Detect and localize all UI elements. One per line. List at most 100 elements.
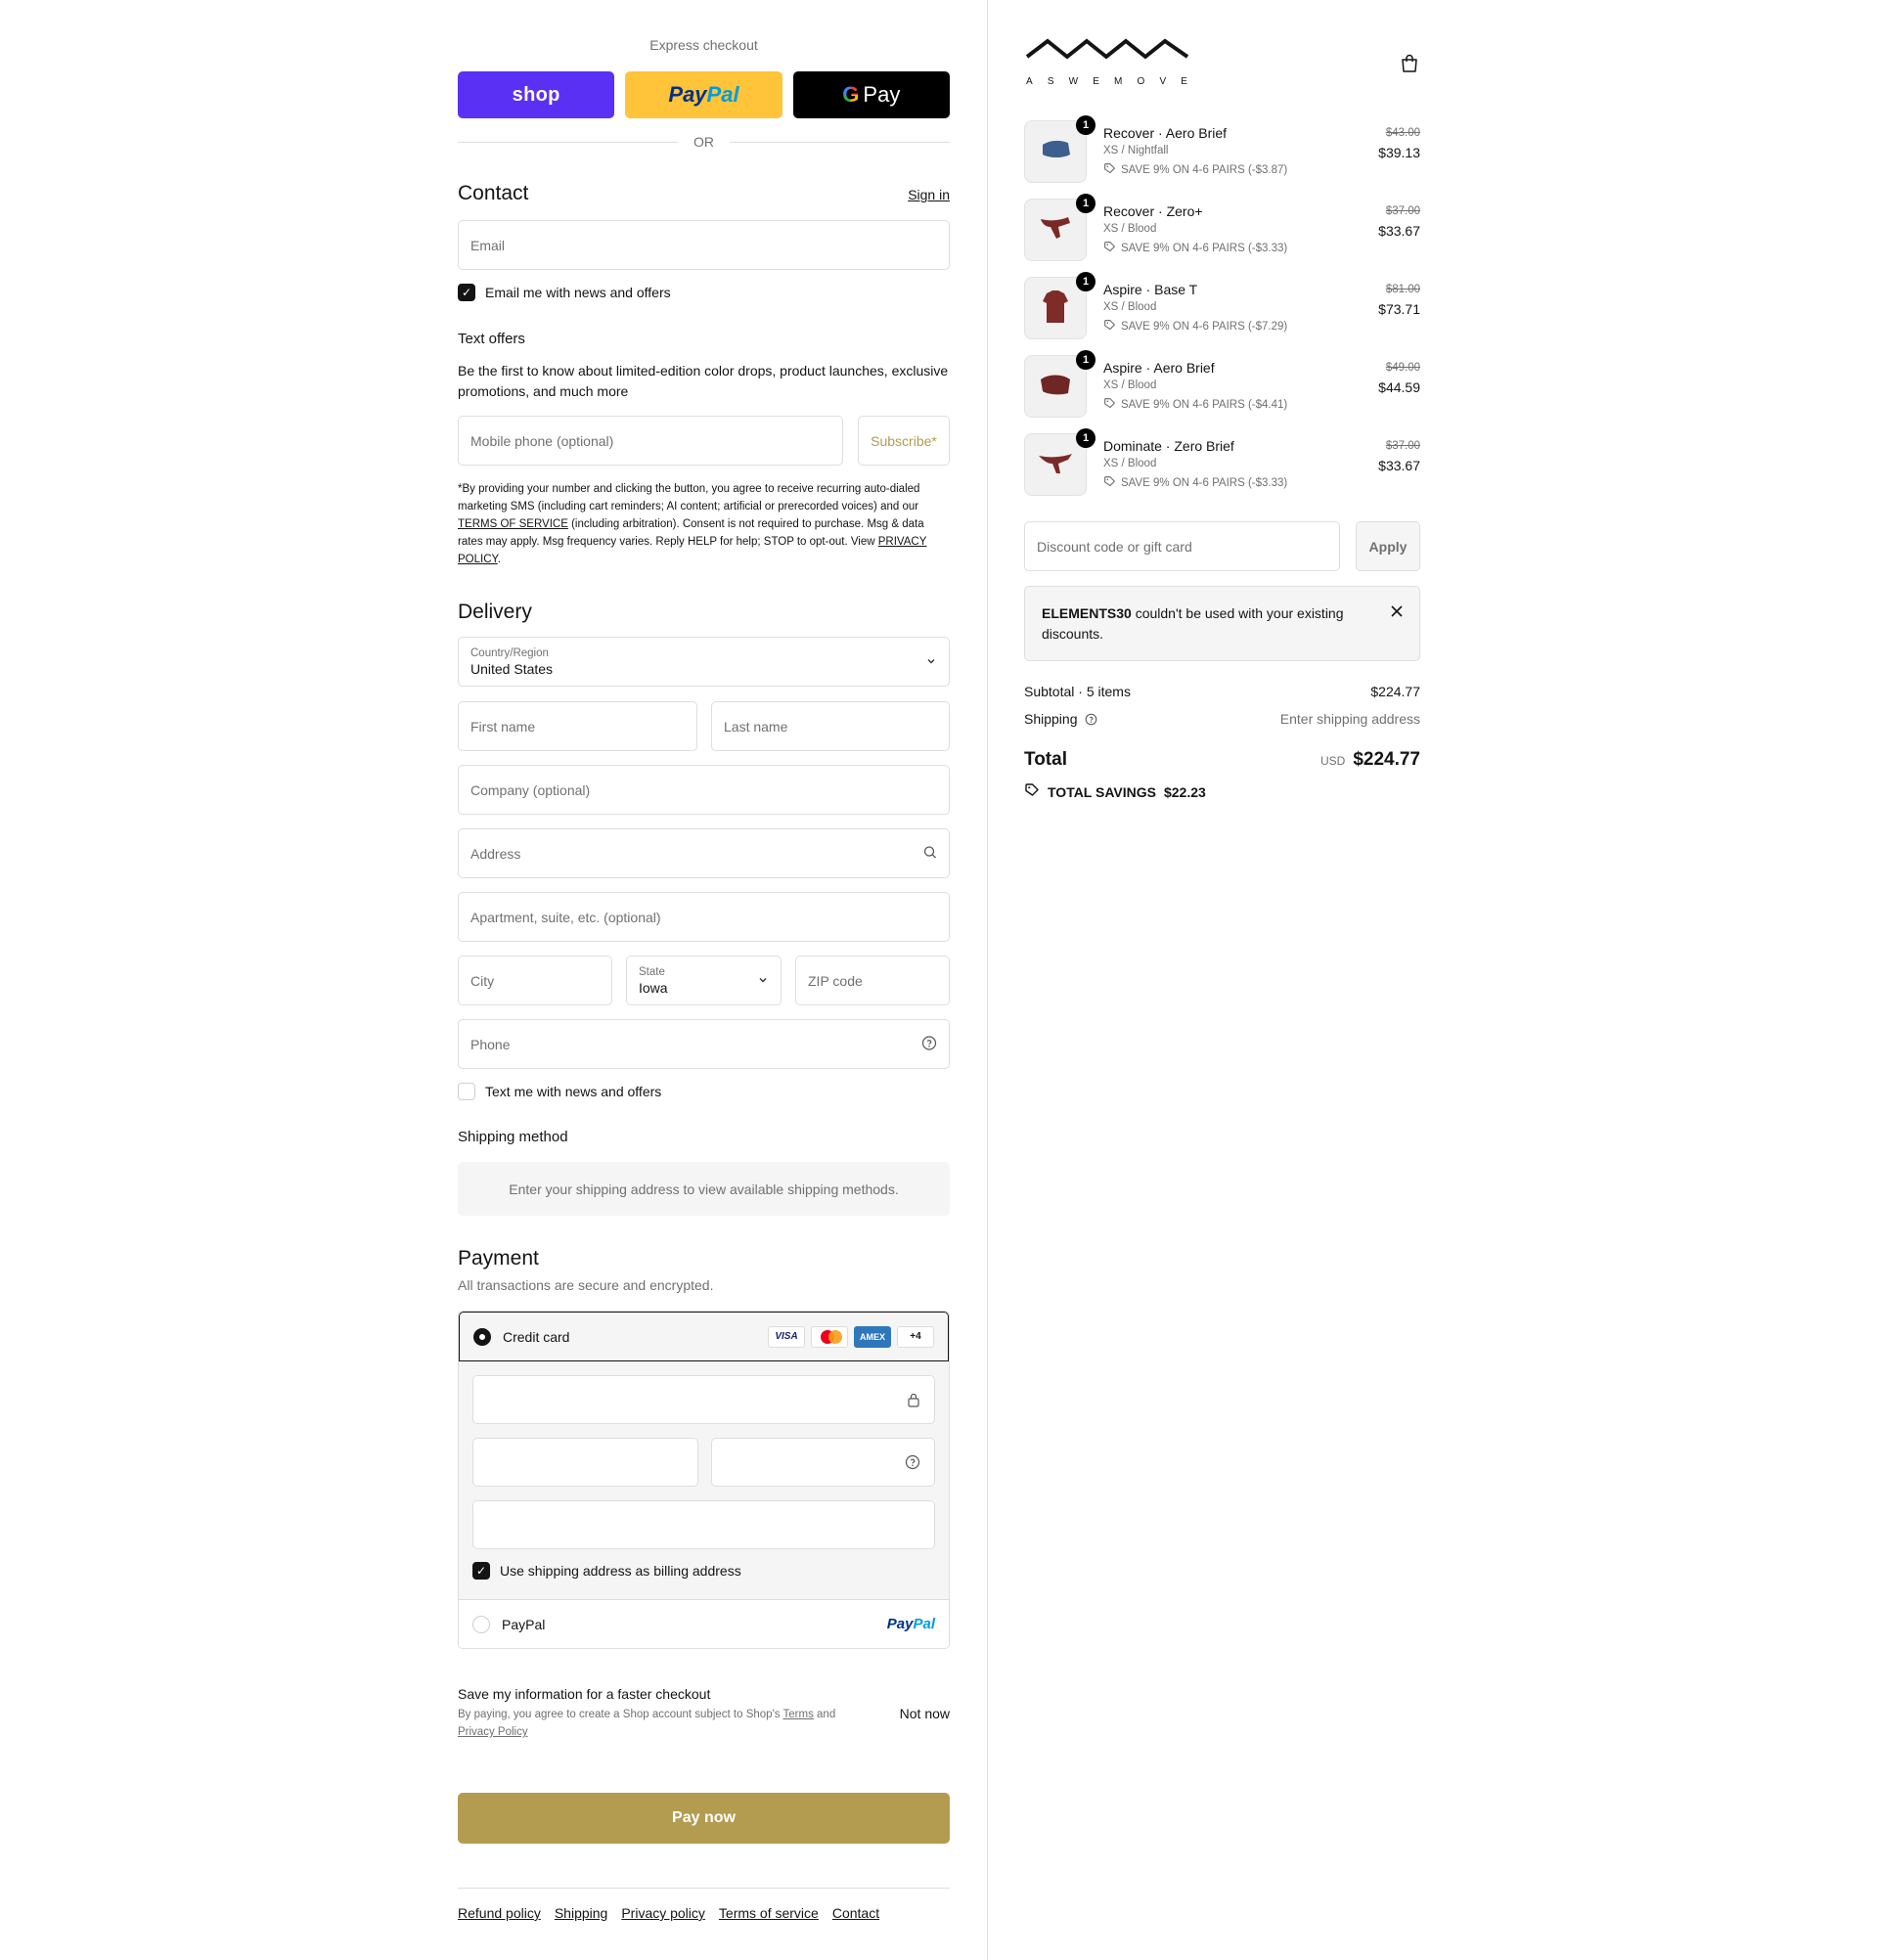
cart-line-item: 1 Aspire · Base T XS / Blood SAVE 9% ON 4-6… xyxy=(1024,272,1420,352)
shipping-link[interactable]: Shipping xyxy=(555,1905,608,1921)
total-row: Total USD $224.77 xyxy=(1024,749,1420,771)
first-name-input[interactable]: First name xyxy=(458,701,697,751)
state-select[interactable]: State Iowa xyxy=(626,956,782,1005)
quantity-badge: 1 xyxy=(1076,350,1096,370)
footer-divider xyxy=(458,1888,950,1889)
email-input[interactable]: Email xyxy=(458,220,950,270)
radio-selected-icon xyxy=(473,1327,491,1346)
paypal-option[interactable]: PayPal PayPal xyxy=(459,1599,949,1648)
email-news-checkbox[interactable]: ✓ Email me with news and offers xyxy=(458,284,671,301)
original-price: $37.00 xyxy=(1385,205,1420,217)
shop-terms-link[interactable]: Terms xyxy=(783,1709,814,1720)
card-logos: VISA AMEX +4 xyxy=(768,1325,934,1348)
shop-privacy-link[interactable]: Privacy Policy xyxy=(458,1726,528,1738)
tag-icon xyxy=(1103,397,1116,413)
text-offers-description: Be the first to know about limited-editi… xyxy=(458,363,949,399)
help-icon[interactable] xyxy=(1085,713,1097,729)
email-news-label: Email me with news and offers xyxy=(485,285,671,300)
product-discount: SAVE 9% ON 4-6 PAIRS (-$3.87) xyxy=(1103,162,1287,178)
save-info-text-2: and xyxy=(813,1709,836,1720)
discount-code-name: ELEMENTS30 xyxy=(1042,605,1132,621)
contact-link[interactable]: Contact xyxy=(832,1905,879,1921)
payment-heading: Payment xyxy=(458,1247,539,1270)
wordmark-letter: W xyxy=(1068,76,1079,87)
product-variant: XS / Blood xyxy=(1103,223,1157,235)
discount-text: SAVE 9% ON 4-6 PAIRS (-$3.87) xyxy=(1121,164,1288,176)
credit-card-option[interactable]: Credit card VISA AMEX +4 xyxy=(459,1312,949,1361)
not-now-button[interactable]: Not now xyxy=(900,1706,950,1721)
phone-input[interactable]: Phone xyxy=(458,1019,950,1069)
refund-policy-link[interactable]: Refund policy xyxy=(458,1905,541,1921)
search-icon xyxy=(923,845,937,862)
mobile-phone-placeholder: Mobile phone (optional) xyxy=(470,432,614,449)
mobile-phone-input[interactable]: Mobile phone (optional) xyxy=(458,416,843,466)
discount-text: SAVE 9% ON 4-6 PAIRS (-$4.41) xyxy=(1121,399,1288,411)
security-code-input[interactable] xyxy=(711,1438,935,1487)
checkbox-checked-icon: ✓ xyxy=(472,1562,490,1580)
product-name: Aspire · Aero Brief xyxy=(1103,360,1215,376)
tag-icon xyxy=(1103,319,1116,334)
city-input[interactable]: City xyxy=(458,956,612,1005)
quantity-badge: 1 xyxy=(1076,115,1096,135)
google-pay-button[interactable]: G Pay xyxy=(792,71,950,118)
first-name-placeholder: First name xyxy=(470,718,536,735)
product-discount: SAVE 9% ON 4-6 PAIRS (-$7.29) xyxy=(1103,319,1287,334)
shipping-row: Shipping Enter shipping address xyxy=(1024,711,1420,729)
wordmark-letter: S xyxy=(1047,76,1054,87)
close-icon[interactable] xyxy=(1390,602,1404,623)
shop-pay-button[interactable]: shop xyxy=(458,71,615,118)
terms-of-service-link[interactable]: TERMS OF SERVICE xyxy=(458,518,568,530)
google-pay-label: Pay xyxy=(863,82,901,107)
sale-price: $33.67 xyxy=(1378,458,1420,473)
apartment-input[interactable]: Apartment, suite, etc. (optional) xyxy=(458,892,950,942)
zip-input[interactable]: ZIP code xyxy=(795,956,950,1005)
chevron-down-icon xyxy=(757,973,769,989)
paypal-logo-pay: Pay xyxy=(668,82,707,107)
pay-now-button[interactable]: Pay now xyxy=(458,1793,950,1844)
card-number-input[interactable] xyxy=(472,1375,935,1424)
discount-text: SAVE 9% ON 4-6 PAIRS (-$3.33) xyxy=(1121,243,1288,254)
text-news-checkbox[interactable]: Text me with news and offers xyxy=(458,1083,661,1100)
payment-subtitle: All transactions are secure and encrypte… xyxy=(458,1277,714,1293)
cart-line-item: 1 Dominate · Zero Brief XS / Blood SAVE 9% … xyxy=(1024,428,1420,509)
apply-discount-button[interactable]: Apply xyxy=(1356,521,1420,571)
footer-links: Refund policy Shipping Privacy policy Te… xyxy=(458,1905,879,1921)
visa-icon: VISA xyxy=(768,1325,805,1348)
privacy-policy-link[interactable]: Privacy policy xyxy=(621,1905,705,1921)
help-icon[interactable] xyxy=(905,1454,920,1474)
paypal-button[interactable]: Pay Pal xyxy=(625,71,782,118)
expiration-input[interactable] xyxy=(472,1438,698,1487)
discount-code-input[interactable]: Discount code or gift card xyxy=(1024,521,1340,571)
billing-same-checkbox[interactable]: ✓ Use shipping address as billing addres… xyxy=(472,1562,741,1580)
subscribe-button[interactable]: Subscribe* xyxy=(858,416,950,466)
subtotal-label: Subtotal · 5 items xyxy=(1024,684,1131,699)
paypal-logo: PayPal xyxy=(887,1616,935,1632)
delivery-heading: Delivery xyxy=(458,601,532,623)
company-input[interactable]: Company (optional) xyxy=(458,765,950,815)
lock-icon xyxy=(907,1392,920,1411)
sign-in-link[interactable]: Sign in xyxy=(908,187,950,202)
quantity-badge: 1 xyxy=(1076,194,1096,213)
quantity-badge: 1 xyxy=(1076,272,1096,291)
credit-card-form: ✓ Use shipping address as billing addres… xyxy=(459,1361,949,1599)
terms-of-service-link[interactable]: Terms of service xyxy=(719,1905,819,1921)
brand-logo[interactable]: A S W E M O V E xyxy=(1025,35,1192,90)
help-icon[interactable] xyxy=(921,1035,937,1053)
country-select[interactable]: Country/Region United States xyxy=(458,637,950,687)
address-input[interactable]: Address xyxy=(458,828,950,878)
subtotal-value: $224.77 xyxy=(1370,684,1420,699)
state-label: State xyxy=(639,965,665,978)
original-price: $81.00 xyxy=(1385,284,1420,295)
product-variant: XS / Blood xyxy=(1103,301,1157,313)
cart-line-item: 1 Recover · Aero Brief XS / Nightfall SAVE … xyxy=(1024,115,1420,196)
wordmark-letter: E xyxy=(1093,76,1099,87)
shopping-bag-icon[interactable] xyxy=(1399,53,1420,78)
name-on-card-input[interactable] xyxy=(472,1500,935,1549)
contact-heading: Contact xyxy=(458,182,529,204)
discount-text: SAVE 9% ON 4-6 PAIRS (-$3.33) xyxy=(1121,477,1288,489)
discount-text: SAVE 9% ON 4-6 PAIRS (-$7.29) xyxy=(1121,321,1288,333)
sale-price: $73.71 xyxy=(1378,301,1420,317)
last-name-input[interactable]: Last name xyxy=(711,701,950,751)
currency-code: USD xyxy=(1319,754,1346,768)
total-value: $224.77 xyxy=(1353,749,1420,770)
